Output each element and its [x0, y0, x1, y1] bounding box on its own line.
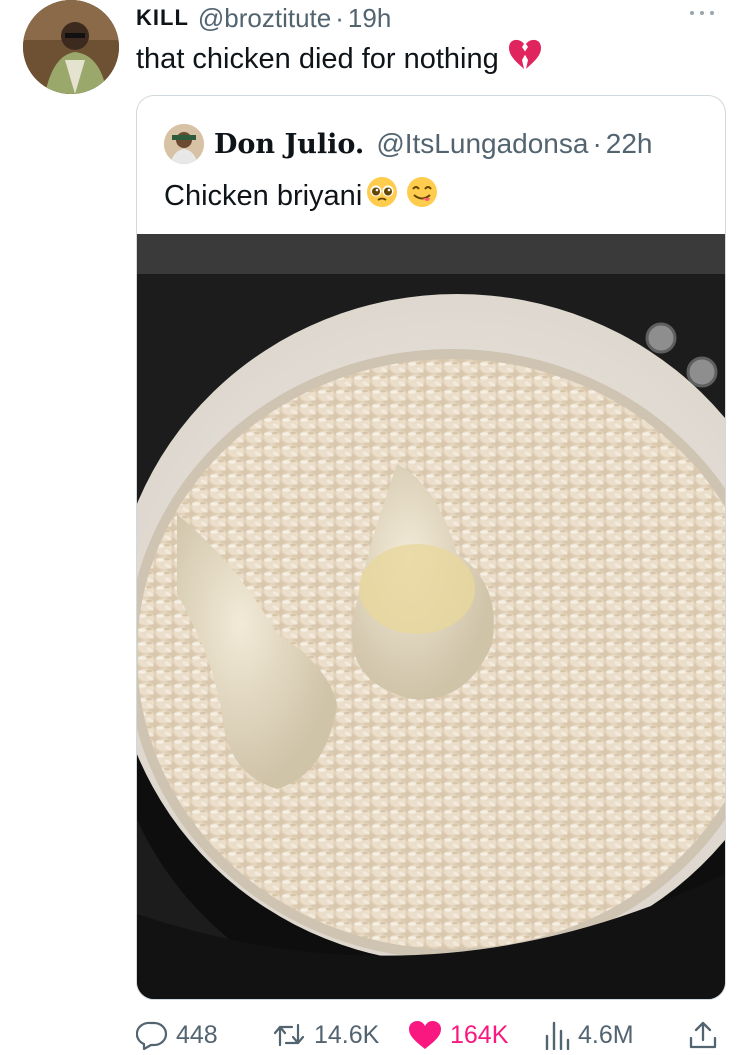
- quoted-tweet-text: Chicken briyani: [164, 176, 438, 216]
- quoted-separator: ·: [592, 128, 602, 159]
- views-icon: [545, 1021, 570, 1050]
- like-button[interactable]: 164K: [408, 1015, 508, 1055]
- broken-heart-icon: [507, 38, 543, 80]
- retweet-icon: [273, 1023, 305, 1047]
- views-button[interactable]: 4.6M: [544, 1015, 634, 1055]
- share-button[interactable]: [688, 1015, 718, 1055]
- pleading-face-icon: [366, 176, 398, 216]
- share-icon: [689, 1021, 717, 1049]
- quoted-author-avatar: [164, 124, 204, 164]
- timestamp[interactable]: 19h: [348, 3, 391, 34]
- quoted-tweet-card[interactable]: Don Julio. @ItsLungadonsa · 22h Chicken …: [136, 95, 726, 1000]
- tweet-text: that chicken died for nothing: [136, 38, 543, 80]
- quoted-timestamp: 22h: [605, 128, 653, 159]
- heart-icon: [409, 1021, 441, 1049]
- tweet-header: KILL @broztitute · 19h: [136, 0, 391, 36]
- author-handle[interactable]: @broztitute: [198, 3, 331, 34]
- retweet-count: 14.6K: [314, 1020, 380, 1049]
- yum-face-icon: [406, 176, 438, 216]
- quoted-author-name: Don Julio.: [214, 128, 365, 160]
- retweet-button[interactable]: 14.6K: [272, 1015, 379, 1055]
- reply-count: 448: [176, 1020, 218, 1049]
- reply-icon: [136, 1021, 168, 1050]
- quoted-tweet-photo[interactable]: [137, 234, 725, 999]
- views-count: 4.6M: [578, 1020, 634, 1049]
- reply-button[interactable]: 448: [136, 1015, 218, 1055]
- author-name[interactable]: KILL: [136, 5, 189, 31]
- author-avatar[interactable]: [23, 0, 119, 94]
- quoted-tweet-header: Don Julio. @ItsLungadonsa · 22h: [164, 124, 653, 164]
- quoted-tweet-text-content: Chicken briyani: [164, 179, 363, 212]
- quoted-author-handle: @ItsLungadonsa: [376, 128, 589, 159]
- separator: ·: [335, 2, 344, 33]
- tweet-text-content: that chicken died for nothing: [136, 42, 499, 75]
- like-count: 164K: [450, 1020, 509, 1049]
- more-options-icon[interactable]: [690, 6, 724, 20]
- action-bar: 448 14.6K 164K 4.6M: [136, 1015, 726, 1055]
